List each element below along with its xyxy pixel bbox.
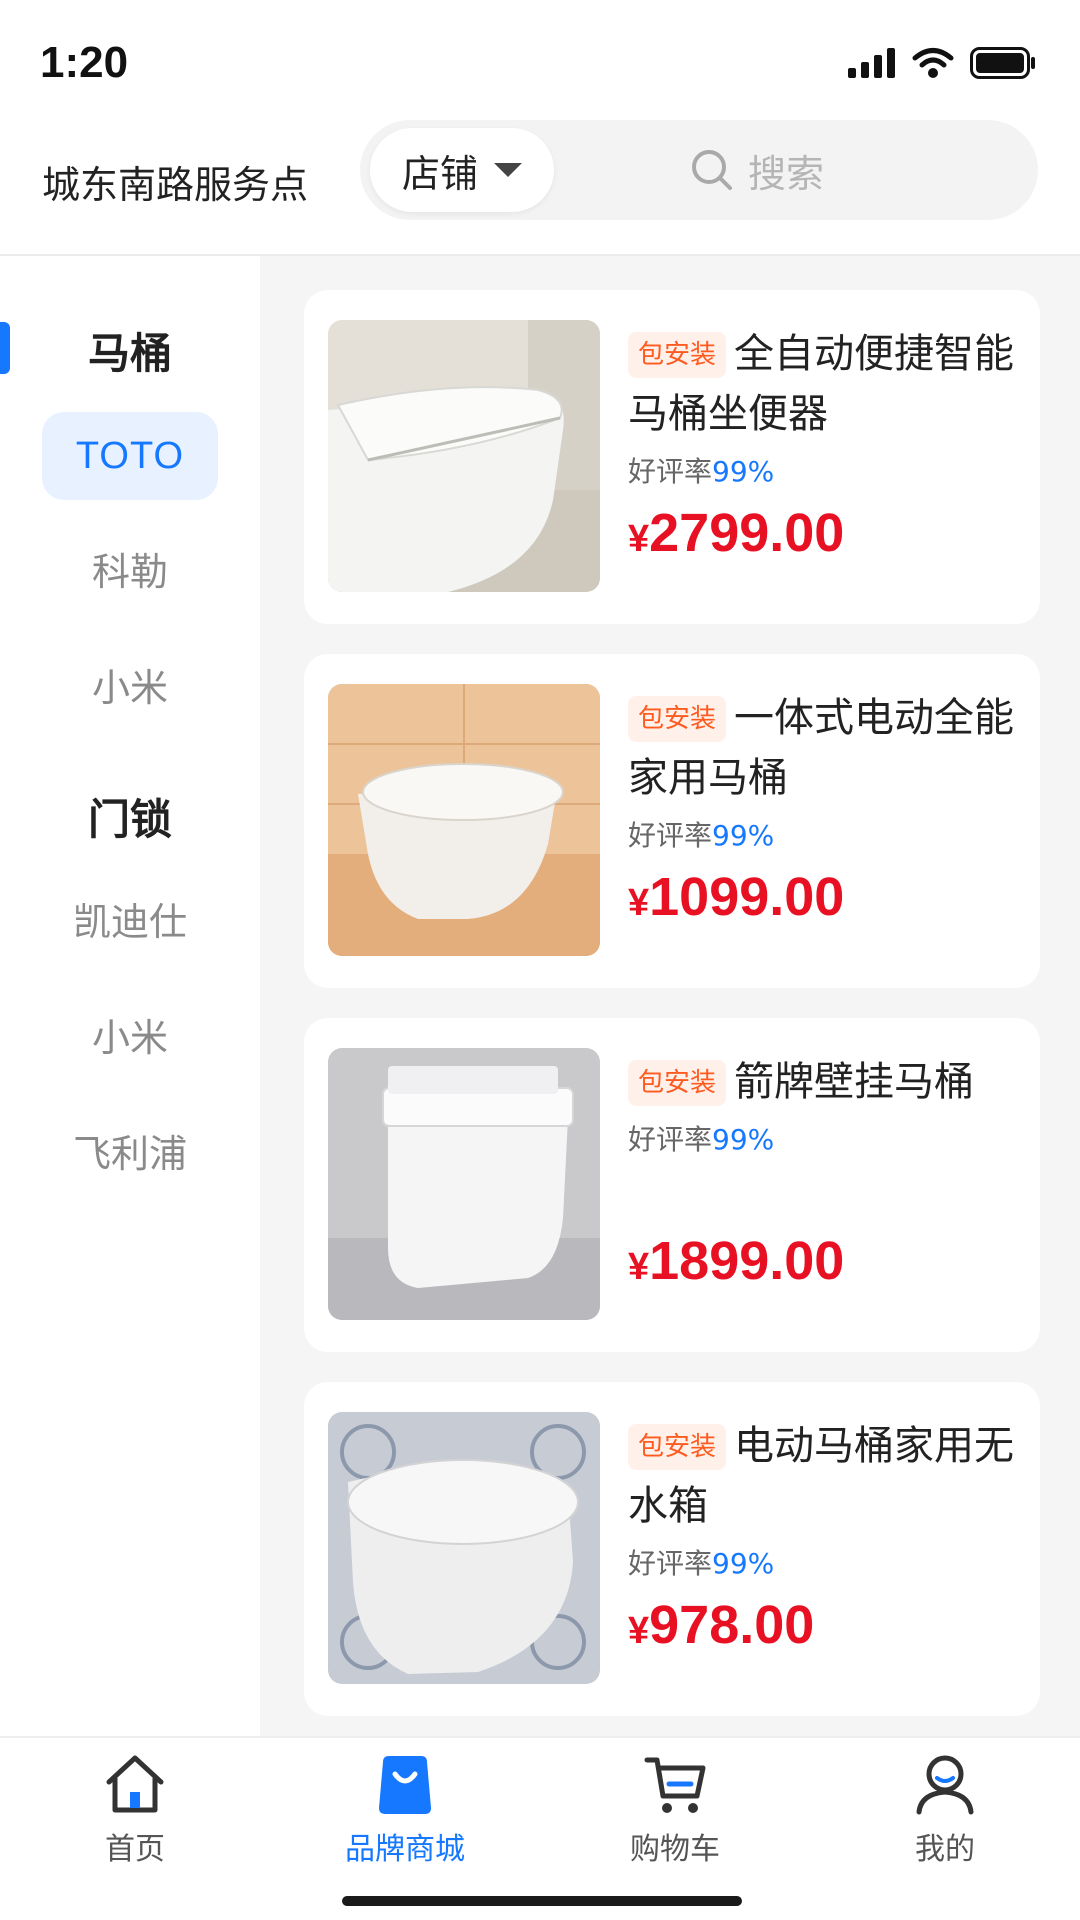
product-image bbox=[328, 320, 600, 592]
status-icons bbox=[848, 46, 1036, 80]
product-title: 包安装 全自动便捷智能马桶坐便器 bbox=[628, 324, 1024, 444]
product-price: ¥2799.00 bbox=[628, 502, 844, 564]
tab-cart[interactable]: 购物车 bbox=[540, 1752, 810, 1872]
sidebar-category-toilet[interactable]: 马桶 bbox=[0, 320, 260, 381]
product-price: ¥1899.00 bbox=[628, 1230, 844, 1292]
product-rating: 好评率99% bbox=[628, 450, 1024, 490]
product-image bbox=[328, 1048, 600, 1320]
install-badge: 包安装 bbox=[628, 1424, 727, 1470]
product-info: 包安装 一体式电动全能家用马桶 好评率99% bbox=[628, 688, 1024, 854]
sidebar-item-toto[interactable]: TOTO bbox=[42, 412, 218, 500]
product-title: 包安装 箭牌壁挂马桶 bbox=[628, 1052, 1024, 1112]
price-value: 1899.00 bbox=[649, 1231, 845, 1291]
caret-down-icon bbox=[494, 163, 522, 177]
sidebar-item-kohler[interactable]: 科勒 bbox=[42, 528, 218, 616]
user-icon bbox=[916, 1755, 974, 1815]
header: 城东南路服务点 店铺 搜索 bbox=[0, 120, 1080, 255]
search-icon bbox=[692, 150, 732, 190]
search-placeholder: 搜索 bbox=[748, 151, 825, 196]
product-info: 包安装 电动马桶家用无水箱 好评率99% bbox=[628, 1416, 1024, 1582]
price-value: 1099.00 bbox=[649, 867, 845, 927]
home-icon bbox=[106, 1755, 164, 1813]
battery-icon bbox=[970, 47, 1035, 79]
rating-label: 好评率 bbox=[628, 455, 713, 488]
toilet-photo-icon bbox=[328, 1412, 600, 1684]
product-title: 包安装 一体式电动全能家用马桶 bbox=[628, 688, 1024, 808]
product-image bbox=[328, 1412, 600, 1684]
wifi-icon bbox=[912, 48, 954, 78]
service-point-label[interactable]: 城东南路服务点 bbox=[42, 154, 308, 209]
product-price: ¥1099.00 bbox=[628, 866, 844, 928]
status-bar: 1:20 bbox=[0, 0, 1080, 120]
product-rating: 好评率99% bbox=[628, 814, 1024, 854]
price-value: 978.00 bbox=[649, 1595, 815, 1655]
tab-home[interactable]: 首页 bbox=[0, 1752, 270, 1872]
category-sidebar: 马桶 TOTO 科勒 小米 门锁 凯迪仕 小米 飞利浦 bbox=[0, 256, 260, 1736]
sidebar-item-xiaomi[interactable]: 小米 bbox=[42, 644, 218, 732]
tab-label: 购物车 bbox=[630, 1832, 720, 1867]
rating-label: 好评率 bbox=[628, 819, 713, 852]
status-time: 1:20 bbox=[40, 38, 129, 87]
product-image bbox=[328, 684, 600, 956]
sidebar-item-xiaomi-lock[interactable]: 小米 bbox=[42, 994, 218, 1082]
rating-label: 好评率 bbox=[628, 1123, 713, 1156]
rating-value: 99% bbox=[712, 1547, 775, 1580]
product-rating: 好评率99% bbox=[628, 1542, 1024, 1582]
rating-value: 99% bbox=[712, 455, 775, 488]
toilet-photo-icon bbox=[328, 320, 600, 592]
tab-label: 首页 bbox=[105, 1832, 165, 1867]
product-info: 包安装 全自动便捷智能马桶坐便器 好评率99% bbox=[628, 324, 1024, 490]
sidebar-item-philips[interactable]: 飞利浦 bbox=[42, 1110, 218, 1198]
product-list: 包安装 全自动便捷智能马桶坐便器 好评率99% ¥2799.00 包安装 一体式… bbox=[260, 256, 1080, 1736]
tab-brand-mall[interactable]: 品牌商城 bbox=[270, 1752, 540, 1872]
price-symbol: ¥ bbox=[628, 518, 650, 560]
tab-profile[interactable]: 我的 bbox=[810, 1752, 1080, 1872]
product-card[interactable]: 包安装 电动马桶家用无水箱 好评率99% ¥978.00 bbox=[304, 1382, 1040, 1716]
install-badge: 包安装 bbox=[628, 332, 727, 378]
price-symbol: ¥ bbox=[628, 882, 650, 924]
product-price: ¥978.00 bbox=[628, 1594, 814, 1656]
product-card[interactable]: 包安装 箭牌壁挂马桶 好评率99% ¥1899.00 bbox=[304, 1018, 1040, 1352]
price-symbol: ¥ bbox=[628, 1246, 650, 1288]
tab-label: 我的 bbox=[915, 1832, 975, 1867]
search-input[interactable]: 搜索 bbox=[690, 120, 824, 220]
product-info: 包安装 箭牌壁挂马桶 好评率99% bbox=[628, 1052, 1024, 1158]
shopping-bag-icon bbox=[379, 1756, 431, 1814]
store-selector-dropdown[interactable]: 店铺 bbox=[370, 128, 554, 212]
bottom-tab-bar: 首页 品牌商城 购物车 我的 bbox=[0, 1736, 1080, 1920]
search-bar: 店铺 搜索 bbox=[360, 120, 1038, 220]
install-badge: 包安装 bbox=[628, 1060, 727, 1106]
signal-icon bbox=[848, 48, 895, 78]
product-card[interactable]: 包安装 全自动便捷智能马桶坐便器 好评率99% ¥2799.00 bbox=[304, 290, 1040, 624]
price-symbol: ¥ bbox=[628, 1610, 650, 1652]
price-value: 2799.00 bbox=[649, 503, 845, 563]
tab-label: 品牌商城 bbox=[345, 1832, 465, 1867]
toilet-photo-icon bbox=[328, 1048, 600, 1320]
rating-label: 好评率 bbox=[628, 1547, 713, 1580]
product-title: 包安装 电动马桶家用无水箱 bbox=[628, 1416, 1024, 1536]
sidebar-category-door-lock[interactable]: 门锁 bbox=[0, 786, 260, 847]
home-indicator bbox=[342, 1896, 742, 1906]
sidebar-item-kaadas[interactable]: 凯迪仕 bbox=[42, 878, 218, 966]
product-card[interactable]: 包安装 一体式电动全能家用马桶 好评率99% ¥1099.00 bbox=[304, 654, 1040, 988]
store-selector-label: 店铺 bbox=[401, 151, 478, 196]
install-badge: 包安装 bbox=[628, 696, 727, 742]
product-title-text: 箭牌壁挂马桶 bbox=[734, 1059, 975, 1105]
rating-value: 99% bbox=[712, 1123, 775, 1156]
toilet-photo-icon bbox=[328, 684, 600, 956]
rating-value: 99% bbox=[712, 819, 775, 852]
product-rating: 好评率99% bbox=[628, 1118, 1024, 1158]
cart-icon bbox=[644, 1757, 706, 1813]
